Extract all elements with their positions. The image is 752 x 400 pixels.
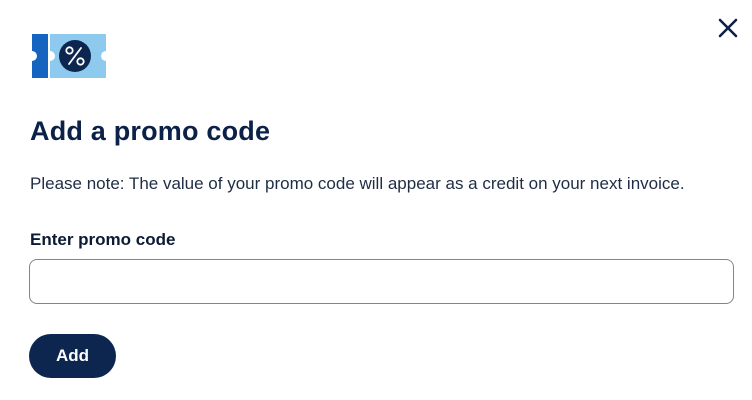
promo-code-input[interactable] <box>29 259 734 304</box>
promo-note: Please note: The value of your promo cod… <box>30 174 685 193</box>
promo-code-dialog: Add a promo code Please note: The value … <box>0 0 752 400</box>
promo-ticket-icon <box>32 34 106 78</box>
promo-code-label: Enter promo code <box>30 230 176 249</box>
close-button[interactable] <box>716 16 740 40</box>
add-button[interactable]: Add <box>29 334 116 378</box>
dialog-title: Add a promo code <box>30 116 271 146</box>
close-icon <box>718 18 738 38</box>
percent-icon <box>59 40 91 72</box>
